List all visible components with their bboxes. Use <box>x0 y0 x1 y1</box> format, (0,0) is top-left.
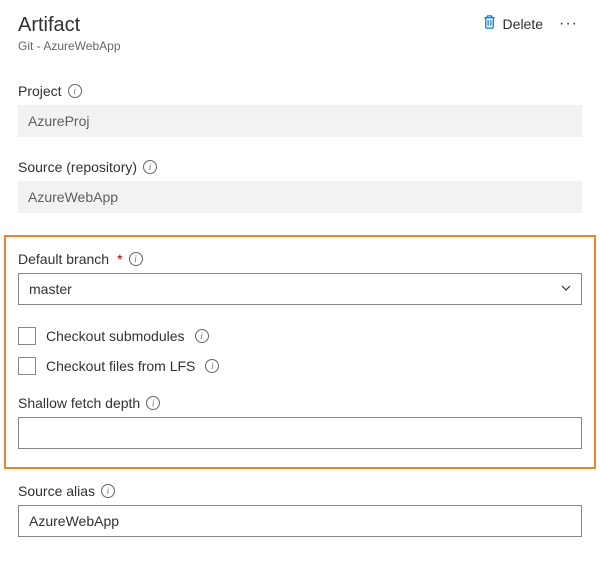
checkbox-group: Checkout submodules i Checkout files fro… <box>18 327 582 375</box>
source-repo-field-group: Source (repository) i AzureWebApp <box>18 159 582 213</box>
source-alias-field-group: Source alias i <box>18 483 582 537</box>
source-alias-label-row: Source alias i <box>18 483 582 499</box>
highlight-box: Default branch * i master Checkout submo… <box>4 235 596 469</box>
checkout-submodules-label: Checkout submodules <box>46 328 185 344</box>
project-value: AzureProj <box>18 105 582 137</box>
project-label: Project <box>18 83 62 99</box>
shallow-fetch-label-row: Shallow fetch depth i <box>18 395 582 411</box>
default-branch-field-group: Default branch * i master <box>18 251 582 305</box>
info-icon[interactable]: i <box>101 484 115 498</box>
shallow-fetch-input[interactable] <box>18 417 582 449</box>
info-icon[interactable]: i <box>146 396 160 410</box>
source-alias-input[interactable] <box>18 505 582 537</box>
source-repo-label: Source (repository) <box>18 159 137 175</box>
checkout-submodules-row: Checkout submodules i <box>18 327 582 345</box>
default-branch-label: Default branch <box>18 251 109 267</box>
default-branch-value: master <box>29 281 72 297</box>
source-repo-value: AzureWebApp <box>18 181 582 213</box>
source-alias-label: Source alias <box>18 483 95 499</box>
project-field-group: Project i AzureProj <box>18 83 582 137</box>
checkout-lfs-row: Checkout files from LFS i <box>18 357 582 375</box>
panel-header: Artifact Git - AzureWebApp Delete ··· <box>18 14 582 53</box>
default-branch-select[interactable]: master <box>18 273 582 305</box>
project-label-row: Project i <box>18 83 582 99</box>
required-indicator: * <box>117 251 122 267</box>
checkout-lfs-checkbox[interactable] <box>18 357 36 375</box>
trash-icon <box>482 14 497 33</box>
default-branch-select-wrapper: master <box>18 273 582 305</box>
info-icon[interactable]: i <box>143 160 157 174</box>
info-icon[interactable]: i <box>68 84 82 98</box>
info-icon[interactable]: i <box>205 359 219 373</box>
checkout-lfs-label: Checkout files from LFS <box>46 358 195 374</box>
shallow-fetch-field-group: Shallow fetch depth i <box>18 395 582 449</box>
header-actions: Delete ··· <box>482 14 582 33</box>
default-branch-label-row: Default branch * i <box>18 251 582 267</box>
more-options-button[interactable]: ··· <box>555 15 582 33</box>
panel-subtitle: Git - AzureWebApp <box>18 39 121 53</box>
info-icon[interactable]: i <box>195 329 209 343</box>
info-icon[interactable]: i <box>129 252 143 266</box>
delete-label: Delete <box>503 16 543 32</box>
source-repo-label-row: Source (repository) i <box>18 159 582 175</box>
header-left: Artifact Git - AzureWebApp <box>18 14 121 53</box>
checkout-submodules-checkbox[interactable] <box>18 327 36 345</box>
panel-title: Artifact <box>18 14 121 37</box>
delete-button[interactable]: Delete <box>482 14 543 33</box>
shallow-fetch-label: Shallow fetch depth <box>18 395 140 411</box>
more-icon: ··· <box>559 15 578 32</box>
